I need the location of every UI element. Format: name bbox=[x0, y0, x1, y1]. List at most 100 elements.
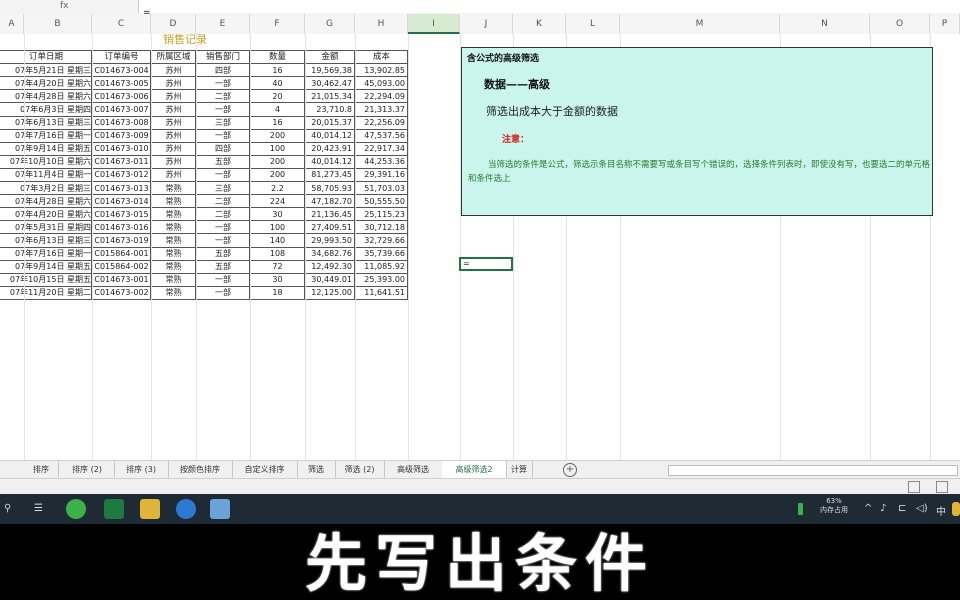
table-cell[interactable]: 07年9月14日 星期五 bbox=[1, 260, 91, 273]
sheet-tab[interactable]: 按颜色排序 bbox=[168, 461, 233, 478]
table-cell[interactable]: 苏州 bbox=[152, 168, 195, 181]
input-method-icon[interactable]: 中 bbox=[936, 503, 946, 518]
chevron-up-icon[interactable]: ^ bbox=[864, 503, 872, 514]
table-cell[interactable]: 07年4月28日 星期六 bbox=[1, 90, 91, 103]
table-cell[interactable]: 07年11月4日 星期一 bbox=[1, 168, 91, 181]
table-cell[interactable]: 苏州 bbox=[152, 155, 195, 168]
table-cell[interactable]: 45,093.00 bbox=[356, 77, 405, 90]
active-cell[interactable]: = bbox=[459, 257, 513, 271]
table-cell[interactable]: C014673-016 bbox=[93, 221, 150, 234]
table-cell[interactable]: 40,014.12 bbox=[306, 155, 352, 168]
table-cell[interactable]: 苏州 bbox=[152, 103, 195, 116]
table-cell[interactable]: 一部 bbox=[197, 273, 249, 286]
table-cell[interactable]: 五部 bbox=[197, 260, 249, 273]
table-cell[interactable]: 一部 bbox=[197, 234, 249, 247]
table-cell[interactable]: 07年6月13日 星期三 bbox=[1, 234, 91, 247]
table-cell[interactable]: 07年4月20日 星期六 bbox=[1, 208, 91, 221]
table-cell[interactable]: 一部 bbox=[197, 221, 249, 234]
table-cell[interactable]: 23,710.8 bbox=[306, 103, 352, 116]
column-header-h[interactable]: H bbox=[355, 14, 408, 34]
table-cell[interactable]: C014673-002 bbox=[93, 286, 150, 299]
table-cell[interactable]: 07年5月31日 星期四 bbox=[1, 221, 91, 234]
table-cell[interactable]: 27,409.51 bbox=[306, 221, 352, 234]
table-cell[interactable]: 一部 bbox=[197, 103, 249, 116]
table-cell[interactable]: 19,569.38 bbox=[306, 64, 352, 77]
column-header-a[interactable]: A bbox=[0, 14, 24, 34]
column-header-p[interactable]: P bbox=[930, 14, 960, 34]
table-cell[interactable]: C014673-005 bbox=[93, 77, 150, 90]
table-cell[interactable]: 07年4月20日 星期六 bbox=[1, 77, 91, 90]
browser-app-icon[interactable] bbox=[66, 499, 86, 519]
table-cell[interactable]: 50,555.50 bbox=[356, 195, 405, 208]
table-cell[interactable]: 47,182.70 bbox=[306, 195, 352, 208]
excel-app-icon[interactable] bbox=[104, 499, 124, 519]
table-cell[interactable]: C015864-001 bbox=[93, 247, 150, 260]
table-cell[interactable]: C014673-009 bbox=[93, 129, 150, 142]
table-cell[interactable]: 苏州 bbox=[152, 90, 195, 103]
column-header-k[interactable]: K bbox=[513, 14, 566, 34]
table-cell[interactable]: 一部 bbox=[197, 77, 249, 90]
table-cell[interactable]: 224 bbox=[251, 195, 304, 208]
table-cell[interactable]: 108 bbox=[251, 247, 304, 260]
table-cell[interactable]: 07年4月28日 星期六 bbox=[1, 195, 91, 208]
column-header-g[interactable]: G bbox=[305, 14, 355, 34]
table-cell[interactable]: 二部 bbox=[197, 90, 249, 103]
table-cell[interactable]: 47,537.56 bbox=[356, 129, 405, 142]
sheet-tab[interactable]: 筛选 (2) bbox=[335, 461, 385, 478]
table-cell[interactable]: 30,712.18 bbox=[356, 221, 405, 234]
sheet-tab[interactable]: 排序 bbox=[24, 461, 59, 478]
search-icon[interactable]: ⚲ bbox=[4, 503, 11, 514]
microphone-icon[interactable]: ♪ bbox=[880, 503, 886, 514]
table-cell[interactable]: 07年10月15日 星期五 bbox=[1, 273, 91, 286]
table-cell[interactable]: 11,641.51 bbox=[356, 286, 405, 299]
column-header-l[interactable]: L bbox=[566, 14, 620, 34]
table-cell[interactable]: C014673-012 bbox=[93, 168, 150, 181]
table-header-cell[interactable]: 金额 bbox=[306, 51, 354, 64]
table-cell[interactable]: 常熟 bbox=[152, 208, 195, 221]
table-cell[interactable]: C014673-006 bbox=[93, 90, 150, 103]
table-cell[interactable]: 07年6月3日 星期四 bbox=[1, 103, 91, 116]
column-header-i[interactable]: I bbox=[408, 14, 460, 34]
table-cell[interactable]: 13,902.85 bbox=[356, 64, 405, 77]
table-cell[interactable]: 07年3月2日 星期三 bbox=[1, 182, 91, 195]
table-cell[interactable]: 21,313.37 bbox=[356, 103, 405, 116]
table-cell[interactable]: 40 bbox=[251, 77, 304, 90]
table-cell[interactable]: 16 bbox=[251, 64, 304, 77]
table-cell[interactable]: 51,703.03 bbox=[356, 182, 405, 195]
table-cell[interactable]: 44,253.36 bbox=[356, 155, 405, 168]
table-header-cell[interactable]: 销售部门 bbox=[197, 51, 249, 64]
table-cell[interactable]: 常熟 bbox=[152, 234, 195, 247]
column-header-d[interactable]: D bbox=[151, 14, 196, 34]
sheet-tab[interactable]: 排序 (3) bbox=[114, 461, 169, 478]
table-cell[interactable]: 20,015.37 bbox=[306, 116, 352, 129]
column-header-n[interactable]: N bbox=[780, 14, 870, 34]
table-cell[interactable]: C014673-008 bbox=[93, 116, 150, 129]
table-cell[interactable]: 11,085.92 bbox=[356, 260, 405, 273]
note-textbox[interactable]: 含公式的高级筛选 数据——高级 筛选出成本大于金额的数据 注意： 当筛选的条件是… bbox=[461, 47, 933, 216]
table-cell[interactable]: 22,294.09 bbox=[356, 90, 405, 103]
table-cell[interactable]: 4 bbox=[251, 103, 304, 116]
table-cell[interactable]: 100 bbox=[251, 221, 304, 234]
add-sheet-button[interactable]: + bbox=[563, 463, 577, 477]
table-cell[interactable]: 一部 bbox=[197, 168, 249, 181]
table-cell[interactable]: 二部 bbox=[197, 195, 249, 208]
horizontal-scrollbar[interactable] bbox=[668, 465, 958, 476]
page-layout-icon[interactable] bbox=[936, 481, 948, 493]
table-cell[interactable]: 2.2 bbox=[251, 182, 304, 195]
table-cell[interactable]: 常熟 bbox=[152, 286, 195, 299]
table-header-cell[interactable]: 数量 bbox=[251, 51, 304, 64]
table-cell[interactable]: 三部 bbox=[197, 116, 249, 129]
table-cell[interactable]: 25,393.00 bbox=[356, 273, 405, 286]
table-cell[interactable]: 29,391.16 bbox=[356, 168, 405, 181]
table-cell[interactable]: C014673-004 bbox=[93, 64, 150, 77]
table-cell[interactable]: 22,917.34 bbox=[356, 142, 405, 155]
table-cell[interactable]: 12,125.00 bbox=[306, 286, 352, 299]
sheet-tab[interactable]: 筛选 bbox=[297, 461, 336, 478]
column-header-c[interactable]: C bbox=[92, 14, 151, 34]
table-cell[interactable]: C014673-014 bbox=[93, 195, 150, 208]
table-cell[interactable]: 五部 bbox=[197, 155, 249, 168]
table-cell[interactable]: 20 bbox=[251, 90, 304, 103]
normal-view-icon[interactable] bbox=[908, 481, 920, 493]
table-cell[interactable]: 07年10月10日 星期六 bbox=[1, 155, 91, 168]
table-cell[interactable]: 16 bbox=[251, 116, 304, 129]
